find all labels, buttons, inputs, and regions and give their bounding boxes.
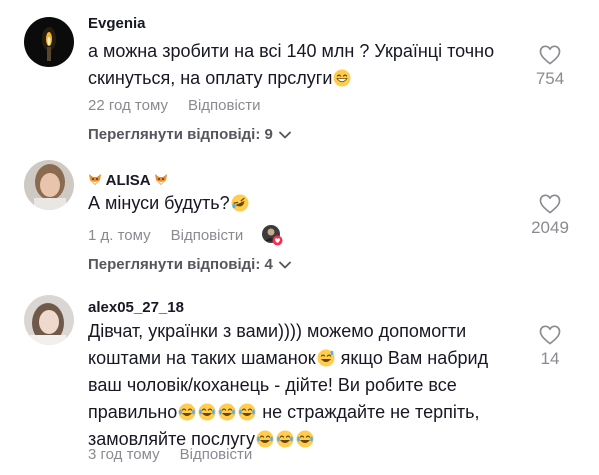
comment-text: Дівчат, українки з вами)))) можемо допом… <box>88 321 489 449</box>
username[interactable]: ALISA <box>88 172 168 189</box>
avatar[interactable] <box>24 160 74 210</box>
avatar-photo-image <box>24 160 74 210</box>
view-replies-button[interactable]: Переглянути відповіді: 4 <box>88 256 291 273</box>
face-with-tears-of-joy-emoji <box>317 349 335 367</box>
comment-item: ALISA А мінуси будуть? 1 д. тому Відпові… <box>0 150 599 290</box>
avatar[interactable] <box>24 17 74 67</box>
comment-item: alex05_27_18 Дівчат, українки з вами))))… <box>0 290 599 475</box>
avatar-photo-image <box>24 295 74 345</box>
comment-item: Evgenia а можна зробити на всі 140 млн ?… <box>0 0 599 150</box>
like-button[interactable]: 2049 <box>515 194 585 238</box>
reply-button[interactable]: Відповісти <box>188 97 261 114</box>
face-with-tears-of-joy-emoji <box>218 403 236 421</box>
creator-avatar-icon <box>262 225 283 246</box>
comment-meta: 1 д. тому Відповісти <box>88 224 283 246</box>
comment-text: А мінуси будуть? <box>88 190 250 217</box>
like-count: 754 <box>535 69 565 88</box>
view-replies-button[interactable]: Переглянути відповіді: 9 <box>88 126 291 143</box>
username[interactable]: alex05_27_18 <box>88 299 184 316</box>
chevron-down-icon <box>278 131 291 138</box>
creator-liked-badge <box>261 224 283 246</box>
like-button[interactable]: 14 <box>515 325 585 369</box>
heart-outline-icon <box>539 325 561 345</box>
chevron-down-icon <box>278 261 291 268</box>
reply-button[interactable]: Відповісти <box>171 227 244 244</box>
comment-text: а можна зробити на всі 140 млн ? Українц… <box>88 41 495 88</box>
comment-meta: 3 год тому Відповісти <box>88 446 252 463</box>
reply-button[interactable]: Відповісти <box>180 446 253 463</box>
face-with-tears-of-joy-emoji <box>238 403 256 421</box>
face-with-tears-of-joy-emoji <box>256 430 274 448</box>
heart-outline-icon <box>539 45 561 65</box>
username[interactable]: Evgenia <box>88 15 146 32</box>
avatar-candle-image <box>24 17 74 67</box>
heart-outline-icon <box>539 194 561 214</box>
comment-time: 22 год тому <box>88 97 168 114</box>
face-with-tears-of-joy-emoji <box>296 430 314 448</box>
comment-meta: 22 год тому Відповісти <box>88 97 261 114</box>
grinning-face-emoji <box>333 69 351 87</box>
fox-face-emoji <box>155 174 168 185</box>
rolling-on-floor-laughing-emoji <box>231 194 249 212</box>
like-count: 14 <box>540 349 560 368</box>
like-button[interactable]: 754 <box>515 45 585 89</box>
like-count: 2049 <box>531 218 569 237</box>
comment-time: 3 год тому <box>88 446 160 463</box>
face-with-tears-of-joy-emoji <box>198 403 216 421</box>
fox-face-emoji <box>89 174 101 185</box>
comment-time: 1 д. тому <box>88 226 151 244</box>
avatar[interactable] <box>24 295 74 345</box>
face-with-tears-of-joy-emoji <box>276 430 294 448</box>
face-with-tears-of-joy-emoji <box>178 403 196 421</box>
